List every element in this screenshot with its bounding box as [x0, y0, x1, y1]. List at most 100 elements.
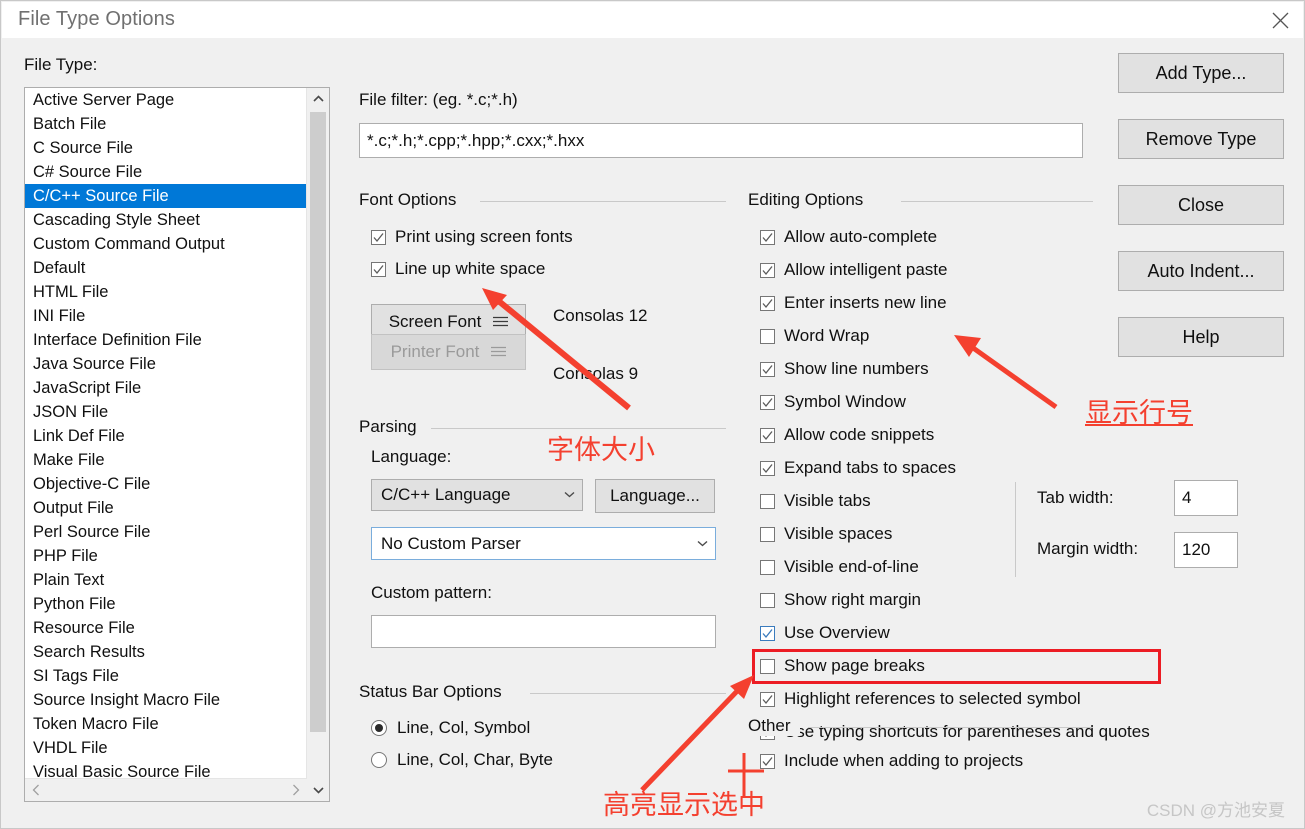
checkbox-show-line-numbers[interactable]: Show line numbers — [760, 359, 929, 379]
auto-indent-button[interactable]: Auto Indent... — [1118, 251, 1284, 291]
scroll-left-button[interactable] — [25, 779, 47, 801]
list-item[interactable]: C# Source File — [25, 160, 307, 184]
radio-line-col-char-byte[interactable]: Line, Col, Char, Byte — [371, 750, 553, 770]
close-dialog-button[interactable]: Close — [1118, 185, 1284, 225]
scroll-thumb[interactable] — [310, 112, 326, 732]
checkbox-line-up-white-space[interactable]: Line up white space — [371, 259, 545, 279]
list-item[interactable]: C Source File — [25, 136, 307, 160]
checkbox-label: Line up white space — [395, 259, 546, 278]
checkbox-visible-tabs[interactable]: Visible tabs — [760, 491, 871, 511]
scroll-down-button[interactable] — [307, 778, 329, 801]
checkbox-enter-inserts-new-line[interactable]: Enter inserts new line — [760, 293, 947, 313]
annotation-font-size: 字体大小 — [547, 435, 655, 466]
list-item[interactable]: Objective-C File — [25, 472, 307, 496]
list-item[interactable]: SI Tags File — [25, 664, 307, 688]
checkbox-print-using-screen-fonts[interactable]: Print using screen fonts — [371, 227, 573, 247]
list-item[interactable]: Output File — [25, 496, 307, 520]
language-button[interactable]: Language... — [595, 479, 715, 513]
remove-type-button[interactable]: Remove Type — [1118, 119, 1284, 159]
scroll-up-button[interactable] — [307, 88, 329, 110]
checkbox-label: Use Overview — [784, 623, 890, 642]
remove-type-button-label: Remove Type — [1145, 128, 1257, 149]
checkbox-word-wrap[interactable]: Word Wrap — [760, 326, 869, 346]
checkbox-box — [371, 261, 386, 277]
checkbox-use-typing-shortcuts-for-parentheses-and-quotes[interactable]: Use typing shortcuts for parentheses and… — [760, 722, 1150, 742]
custom-parser-combo[interactable]: No Custom Parser — [371, 527, 716, 560]
list-item[interactable]: Search Results — [25, 640, 307, 664]
list-item[interactable]: Perl Source File — [25, 520, 307, 544]
checkbox-use-overview[interactable]: Use Overview — [760, 623, 890, 643]
checkbox-label: Highlight references to selected symbol — [784, 689, 1081, 708]
radio-line-col-symbol[interactable]: Line, Col, Symbol — [371, 718, 530, 738]
list-item[interactable]: Active Server Page — [25, 88, 307, 112]
checkbox-allow-auto-complete[interactable]: Allow auto-complete — [760, 227, 937, 247]
radio-dot — [371, 720, 387, 736]
list-item[interactable]: Java Source File — [25, 352, 307, 376]
close-dialog-button-label: Close — [1177, 194, 1225, 215]
checkbox-box — [760, 625, 775, 641]
list-item[interactable]: JSON File — [25, 400, 307, 424]
custom-pattern-input[interactable] — [371, 615, 716, 648]
list-item[interactable]: HTML File — [25, 280, 307, 304]
hamburger-icon — [493, 312, 509, 332]
checkbox-expand-tabs-to-spaces[interactable]: Expand tabs to spaces — [760, 458, 956, 478]
file-type-options-window: File Type Options File Type: Active Serv… — [0, 0, 1305, 829]
editing-options-divider — [901, 201, 1093, 202]
checkbox-label: Visible spaces — [784, 524, 893, 543]
checkbox-box — [760, 262, 775, 278]
list-item[interactable]: C/C++ Source File — [25, 184, 307, 208]
list-item[interactable]: PHP File — [25, 544, 307, 568]
title-bar: File Type Options — [2, 2, 1303, 38]
margin-width-input[interactable]: 120 — [1174, 532, 1238, 568]
file-filter-label: File filter: (eg. *.c;*.h) — [359, 90, 518, 109]
checkbox-symbol-window[interactable]: Symbol Window — [760, 392, 906, 412]
list-item[interactable]: JavaScript File — [25, 376, 307, 400]
language-combo[interactable]: C/C++ Language — [371, 479, 583, 511]
checkbox-box — [760, 427, 775, 443]
checkbox-box — [760, 559, 775, 575]
checkbox-visible-end-of-line[interactable]: Visible end-of-line — [760, 557, 919, 577]
checkbox-highlight-references-to-selected-symbol[interactable]: Highlight references to selected symbol — [760, 689, 1081, 709]
other-divider — [808, 727, 1093, 728]
check-icon — [762, 463, 773, 473]
checkbox-show-page-breaks[interactable]: Show page breaks — [760, 656, 925, 676]
add-type-button[interactable]: Add Type... — [1118, 53, 1284, 93]
listbox-vertical-scrollbar[interactable] — [306, 88, 329, 778]
list-item[interactable]: VHDL File — [25, 736, 307, 760]
check-icon — [762, 694, 773, 704]
file-type-list[interactable]: Active Server Page Batch File C Source Fil… — [25, 88, 307, 801]
listbox-horizontal-scrollbar[interactable] — [25, 778, 307, 801]
list-item[interactable]: Token Macro File — [25, 712, 307, 736]
check-icon — [762, 298, 773, 308]
checkbox-label: Visible end-of-line — [784, 557, 919, 576]
checkbox-allow-intelligent-paste[interactable]: Allow intelligent paste — [760, 260, 947, 280]
list-item[interactable]: Resource File — [25, 616, 307, 640]
checkbox-include-when-adding-to-projects[interactable]: Include when adding to projects — [760, 751, 1023, 771]
list-item[interactable]: Link Def File — [25, 424, 307, 448]
scroll-right-button[interactable] — [285, 779, 307, 801]
list-item[interactable]: Source Insight Macro File — [25, 688, 307, 712]
list-item[interactable]: Make File — [25, 448, 307, 472]
checkbox-show-right-margin[interactable]: Show right margin — [760, 590, 921, 610]
list-item[interactable]: Custom Command Output — [25, 232, 307, 256]
checkbox-label: Show line numbers — [784, 359, 929, 378]
checkbox-box — [760, 658, 775, 674]
close-button[interactable] — [1257, 2, 1303, 38]
checkbox-label: Visible tabs — [784, 491, 871, 510]
file-filter-input[interactable]: *.c;*.h;*.cpp;*.hpp;*.cxx;*.hxx — [359, 123, 1083, 158]
font-options-divider — [480, 201, 726, 202]
radio-label: Line, Col, Char, Byte — [397, 750, 553, 769]
list-item[interactable]: Interface Definition File — [25, 328, 307, 352]
list-item[interactable]: Batch File — [25, 112, 307, 136]
file-type-listbox[interactable]: Active Server Page Batch File C Source Fil… — [24, 87, 330, 802]
list-item[interactable]: Python File — [25, 592, 307, 616]
checkbox-visible-spaces[interactable]: Visible spaces — [760, 524, 892, 544]
list-item[interactable]: Plain Text — [25, 568, 307, 592]
help-button[interactable]: Help — [1118, 317, 1284, 357]
list-item[interactable]: Cascading Style Sheet — [25, 208, 307, 232]
tab-width-input[interactable]: 4 — [1174, 480, 1238, 516]
printer-font-button[interactable]: Printer Font — [371, 334, 526, 370]
list-item[interactable]: INI File — [25, 304, 307, 328]
checkbox-allow-code-snippets[interactable]: Allow code snippets — [760, 425, 934, 445]
list-item[interactable]: Default — [25, 256, 307, 280]
